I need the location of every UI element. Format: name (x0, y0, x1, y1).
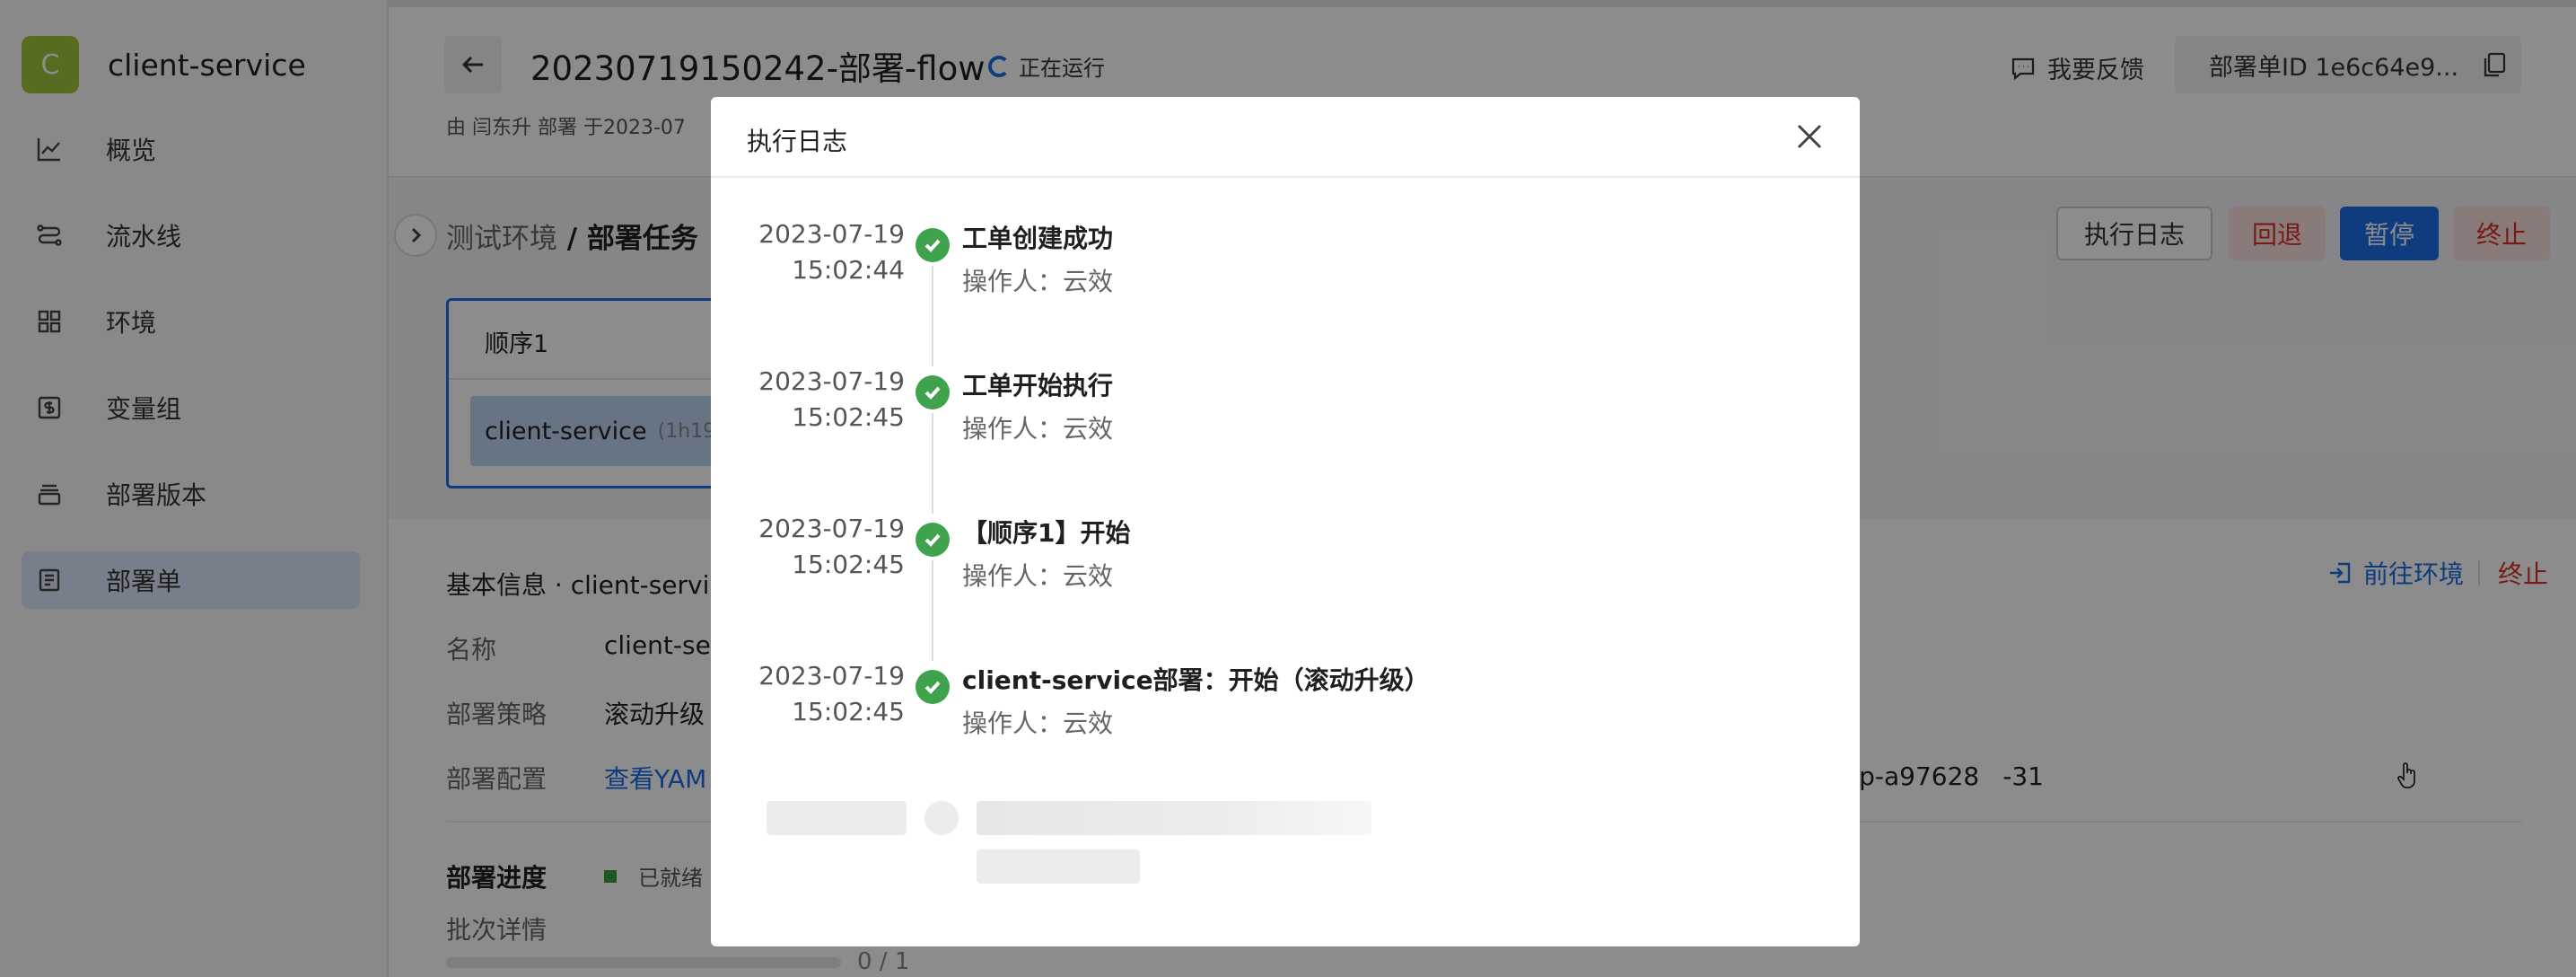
check-circle-icon (916, 523, 950, 557)
log-date: 2023-07-19 (758, 366, 905, 396)
check-circle-icon (916, 375, 950, 409)
log-title: 工单开始执行 (962, 371, 1114, 400)
log-date: 2023-07-19 (758, 514, 905, 543)
skeleton-dot (924, 801, 959, 835)
modal-header: 执行日志 (711, 97, 1860, 178)
skeleton-operator (977, 849, 1140, 884)
check-circle-icon (916, 670, 950, 704)
log-title: client-service部署：开始（滚动升级） (962, 665, 1430, 695)
close-icon (1797, 124, 1822, 149)
check-circle-icon (916, 228, 950, 262)
log-time: 15:02:45 (792, 550, 905, 579)
log-operator: 操作人：云效 (962, 709, 1114, 738)
modal-title: 执行日志 (747, 127, 848, 156)
log-entry: 2023-07-19 15:02:45 工单开始执行 操作人：云效 (711, 366, 1860, 514)
log-time: 15:02:45 (792, 697, 905, 726)
close-button[interactable] (1792, 119, 1827, 154)
log-entry: 2023-07-19 15:02:45 【顺序1】开始 操作人：云效 (711, 514, 1860, 661)
log-time: 15:02:45 (792, 402, 905, 432)
execution-log-modal: 执行日志 2023-07-19 15:02:44 工单创建成功 操作人：云效 2… (711, 97, 1860, 946)
log-time: 15:02:44 (792, 255, 905, 285)
log-date: 2023-07-19 (758, 661, 905, 691)
log-title: 工单创建成功 (962, 224, 1114, 253)
log-operator: 操作人：云效 (962, 561, 1114, 591)
skeleton-title (977, 801, 1371, 835)
log-operator: 操作人：云效 (962, 267, 1114, 296)
skeleton-date (767, 801, 907, 835)
timeline-connector (932, 266, 933, 366)
log-title: 【顺序1】开始 (962, 518, 1131, 548)
log-entry: 2023-07-19 15:02:44 工单创建成功 操作人：云效 (711, 219, 1860, 366)
log-date: 2023-07-19 (758, 219, 905, 249)
timeline-connector (932, 560, 933, 661)
log-operator: 操作人：云效 (962, 414, 1114, 444)
timeline-connector (932, 413, 933, 514)
log-entry: 2023-07-19 15:02:45 client-service部署：开始（… (711, 661, 1860, 796)
